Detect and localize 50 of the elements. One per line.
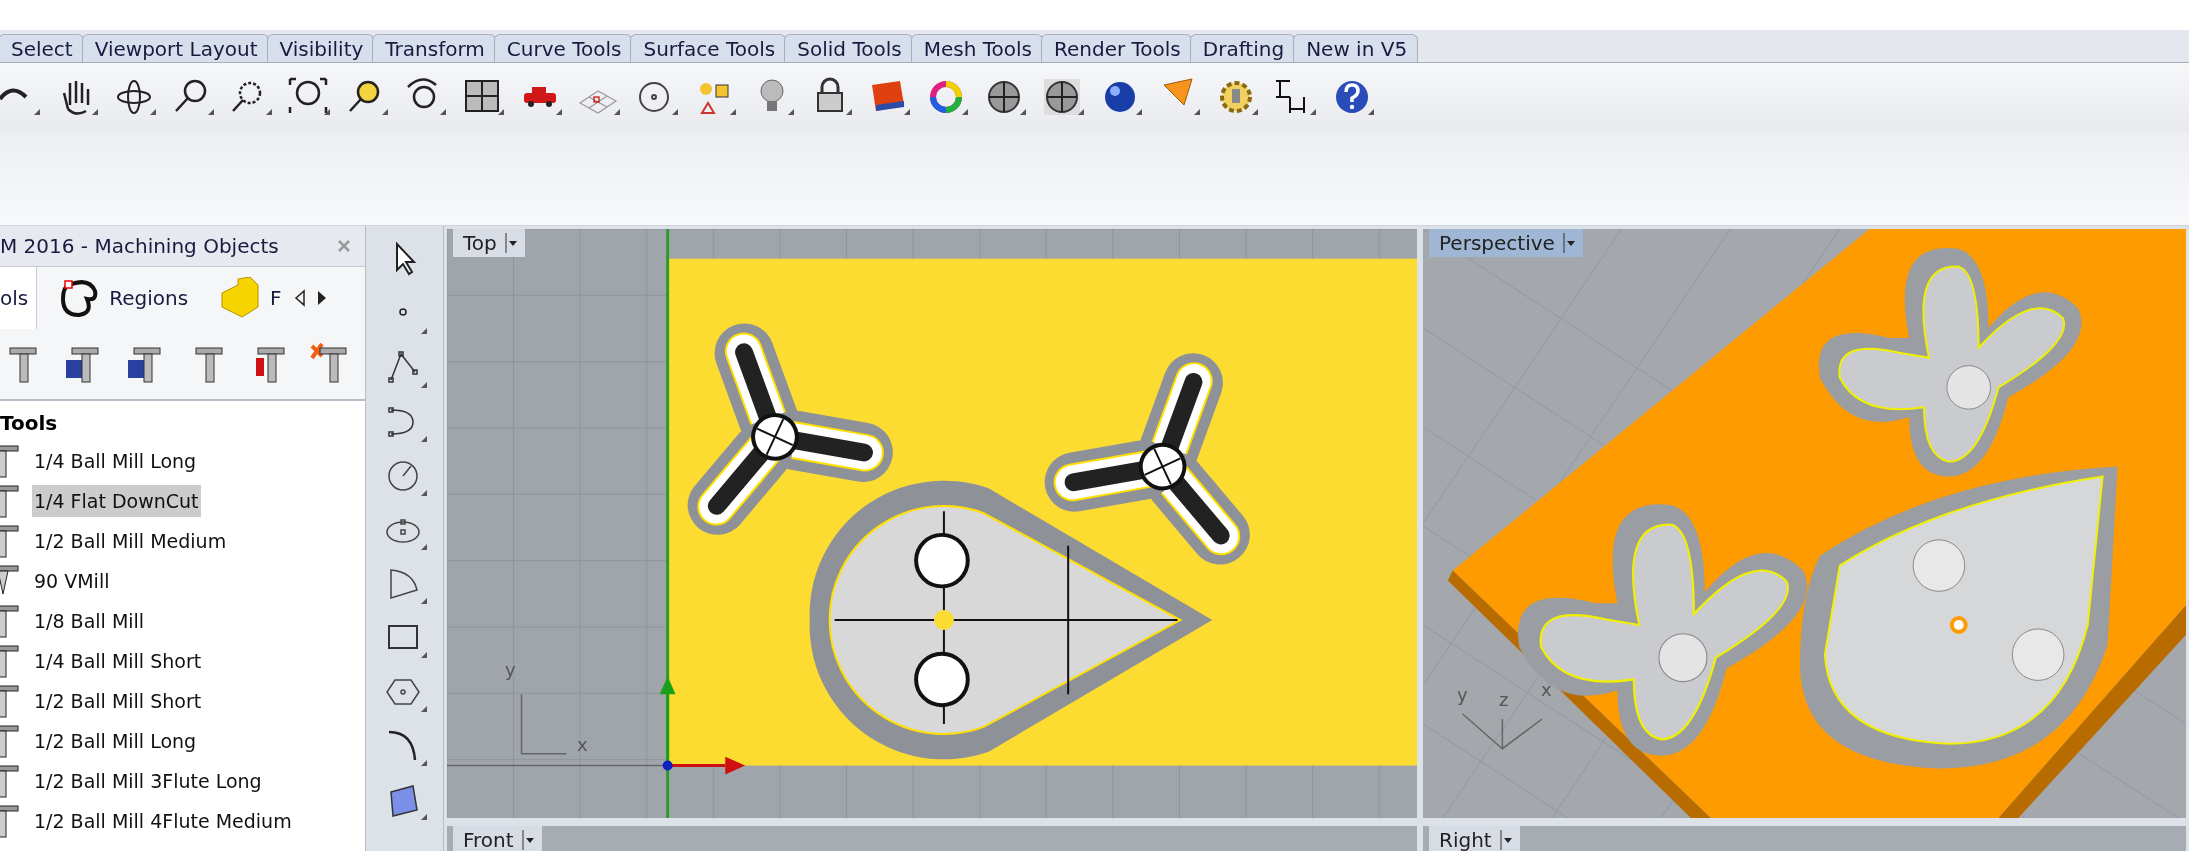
panel-tab[interactable]: Regions bbox=[59, 267, 197, 329]
end-mill-icon bbox=[0, 684, 20, 718]
panel-tab[interactable]: F bbox=[218, 267, 290, 329]
ribbon-tab[interactable]: Mesh Tools bbox=[910, 34, 1043, 62]
tool-list-item[interactable]: 1/2 Ball Mill Long bbox=[32, 725, 199, 757]
caret-icon[interactable] bbox=[1499, 830, 1514, 850]
tool-list-item[interactable]: 1/2 Ball Mill 4Flute Medium bbox=[32, 805, 294, 837]
axis-label: y bbox=[505, 659, 516, 680]
axis-label: y bbox=[1457, 684, 1468, 705]
caret-icon[interactable] bbox=[1562, 233, 1577, 253]
end-mill-icon bbox=[0, 444, 20, 478]
ribbon-tab[interactable]: Transform bbox=[372, 34, 496, 62]
panel-title: M 2016 - Machining Objects bbox=[0, 234, 279, 258]
caret-icon[interactable] bbox=[521, 830, 536, 850]
tab-scroll-left-icon[interactable] bbox=[293, 289, 306, 307]
tool-list-item[interactable]: 1/4 Ball Mill Short bbox=[32, 645, 204, 677]
ribbon-tab[interactable]: Viewport Layout bbox=[81, 34, 269, 62]
caret-icon[interactable] bbox=[504, 233, 519, 253]
viewport-tab[interactable]: Right bbox=[1429, 826, 1520, 851]
end-mill-icon bbox=[0, 644, 20, 678]
axis-label: z bbox=[1499, 689, 1509, 710]
section-heading: Tools bbox=[0, 410, 59, 437]
tool-list-item[interactable]: 1/2 Ball Mill Short bbox=[32, 685, 204, 717]
ribbon-tab[interactable]: Solid Tools bbox=[784, 34, 913, 62]
end-mill-icon bbox=[0, 804, 20, 838]
end-mill-icon bbox=[0, 724, 20, 758]
end-mill-icon bbox=[0, 484, 20, 518]
tool-list-item[interactable]: 1/2 Ball Mill 3Flute Long bbox=[32, 765, 264, 797]
tool-list-item[interactable]: 1/8 Ball Mill bbox=[32, 605, 147, 637]
end-mill-icon bbox=[0, 764, 20, 798]
viewport-tab[interactable]: Perspective bbox=[1429, 229, 1583, 257]
ribbon-tab[interactable]: Curve Tools bbox=[493, 34, 633, 62]
axis-label: x bbox=[1541, 679, 1552, 700]
tool-list-item[interactable]: 1/2 Ball Mill Medium bbox=[32, 525, 229, 557]
axis-label: x bbox=[577, 734, 588, 755]
tab-scroll-right-icon[interactable] bbox=[315, 289, 328, 307]
ribbon-tab[interactable]: Drafting bbox=[1189, 34, 1296, 62]
ribbon-tab[interactable]: Visibility bbox=[266, 34, 375, 62]
viewport-tab[interactable]: Top bbox=[453, 229, 525, 257]
tool-list-item[interactable]: 1/4 Ball Mill Long bbox=[32, 445, 199, 477]
viewport-tab[interactable]: Front bbox=[453, 826, 542, 851]
end-mill-icon bbox=[0, 524, 20, 558]
tool-list-item[interactable]: 1/4 Flat DownCut bbox=[32, 485, 201, 517]
tool-list-item[interactable]: 90 VMill bbox=[32, 565, 112, 597]
ribbon-tab[interactable]: Render Tools bbox=[1040, 34, 1192, 62]
panel-tab[interactable]: ols bbox=[0, 267, 38, 329]
ribbon-tab[interactable]: Select bbox=[0, 34, 84, 62]
ribbon-tab[interactable]: Surface Tools bbox=[630, 34, 787, 62]
end-mill-icon bbox=[0, 604, 20, 638]
ribbon-tab[interactable]: New in V5 bbox=[1293, 34, 1419, 62]
